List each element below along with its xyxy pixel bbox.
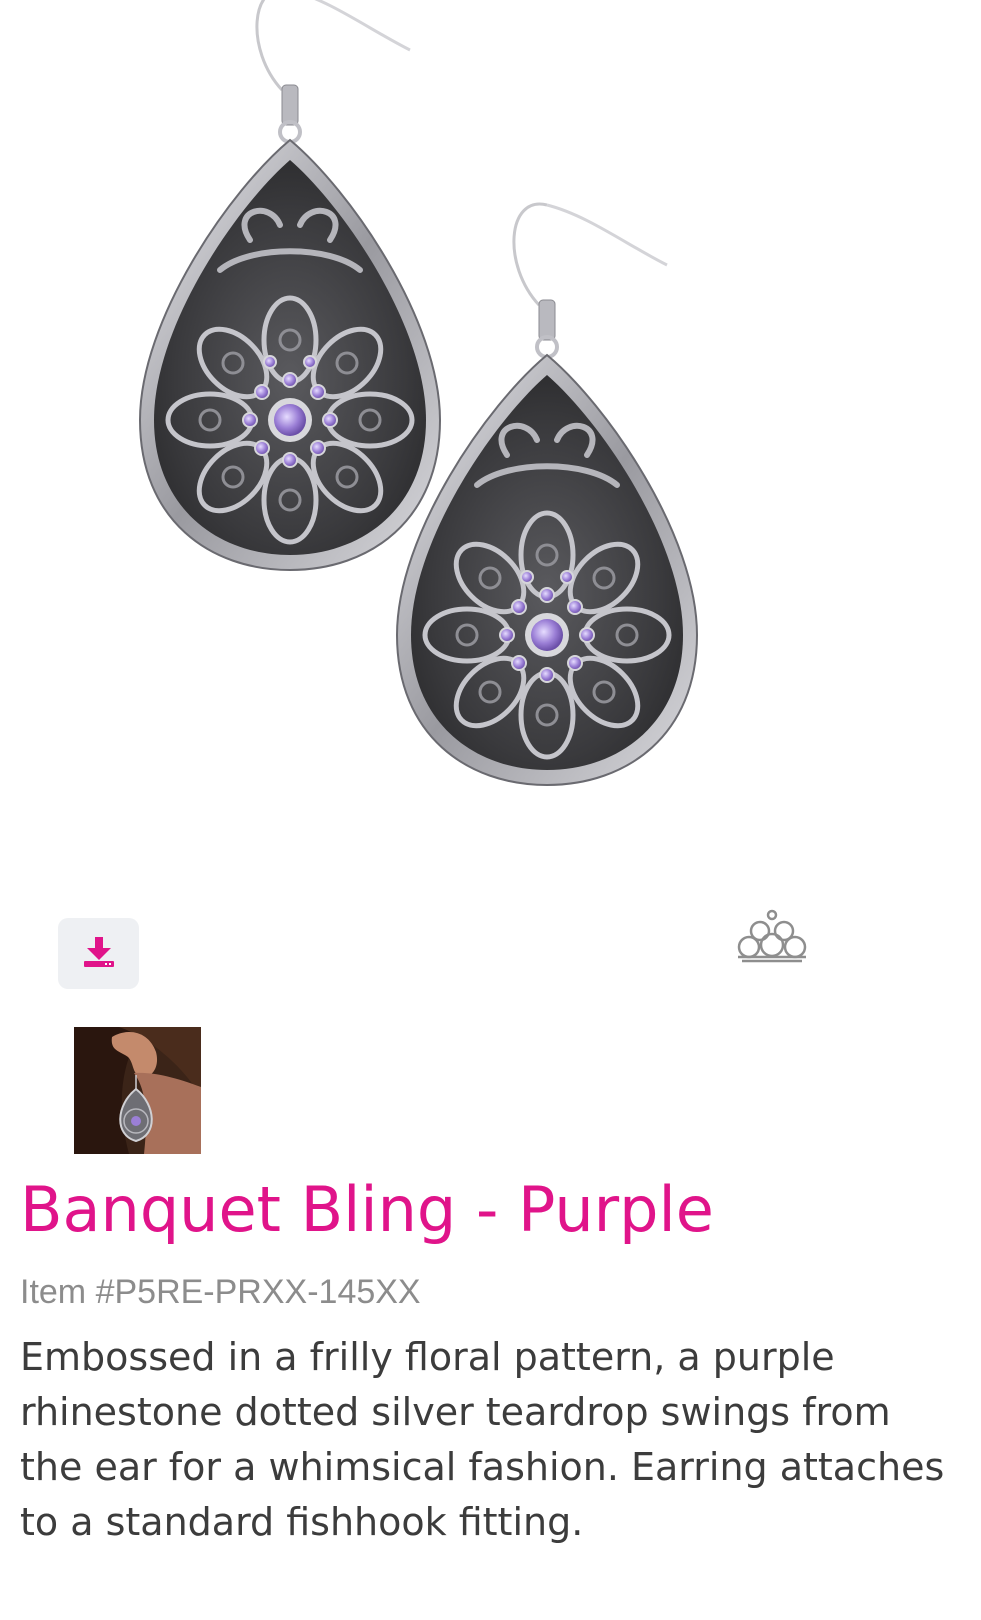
product-hero-image[interactable]: [0, 0, 981, 880]
download-button[interactable]: [58, 918, 139, 989]
item-number: Item #P5RE-PRXX-145XX: [20, 1273, 421, 1311]
product-thumbnail[interactable]: [74, 1027, 201, 1154]
paparazzi-logo-icon: [734, 909, 810, 969]
download-icon: [82, 935, 116, 973]
product-description: Embossed in a frilly floral pattern, a p…: [20, 1335, 945, 1544]
product-title: Banquet Bling - Purple: [20, 1173, 714, 1246]
